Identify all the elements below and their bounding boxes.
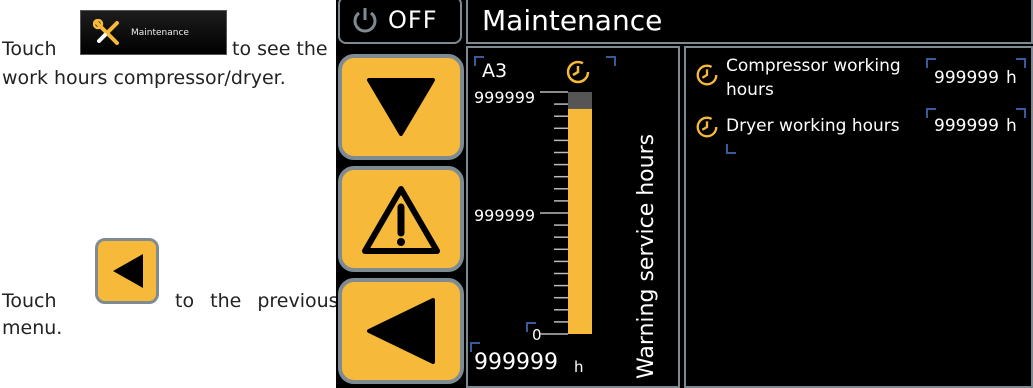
gauge-bar (540, 91, 592, 335)
compressor-hours-value: 999999 (934, 68, 999, 88)
scroll-down-button[interactable] (338, 54, 464, 160)
value-field-bracket (1016, 108, 1026, 118)
wrench-screwdriver-icon (93, 18, 119, 45)
alarms-button[interactable] (338, 166, 464, 272)
maintenance-button-illustration: Maintenance (80, 10, 227, 55)
total-field-bracket (470, 342, 480, 352)
warning-icon (362, 186, 440, 254)
value-field-bracket (926, 58, 936, 68)
manual-line3-suffix: to the previous (175, 290, 339, 312)
manual-line1-suffix: to see the (232, 38, 328, 60)
dryer-hours-unit: h (1006, 116, 1017, 136)
back-arrow-icon (113, 254, 143, 288)
screen-header: Maintenance (466, 0, 1033, 44)
manual-line4: menu. (2, 317, 63, 339)
power-button-label: OFF (388, 6, 438, 34)
dryer-hours-value: 999999 (934, 116, 999, 136)
power-icon (353, 8, 377, 33)
manual-line2: work hours compressor/dryer. (2, 67, 286, 89)
gauge-total-unit: h (574, 358, 584, 376)
value-field-bracket (1016, 58, 1026, 68)
gauge-fill (568, 108, 592, 334)
down-arrow-icon (367, 78, 435, 136)
back-button[interactable] (338, 278, 464, 384)
device-screen: OFF Maintenance A3 999999 999999 0 99999… (336, 0, 1033, 388)
gauge-id-label: A3 (482, 60, 508, 82)
compressor-hours-label: Compressor working (726, 56, 901, 76)
gauge-total-value: 999999 (474, 350, 558, 375)
clock-icon (566, 60, 590, 84)
warning-service-hours-label: Warning service hours (634, 133, 659, 379)
power-button[interactable]: OFF (338, 0, 462, 44)
back-arrow-icon (367, 298, 435, 364)
compressor-hours-unit: h (1006, 68, 1017, 88)
clock-icon (696, 116, 718, 138)
manual-text: Touch Maintenance to see the work hours … (0, 0, 339, 388)
manual-touch-word-2: Touch (2, 290, 57, 312)
id-field-bracket (606, 56, 616, 66)
field-bracket (726, 144, 736, 154)
page-title: Maintenance (482, 4, 663, 37)
dryer-hours-label: Dryer working hours (726, 116, 900, 136)
clock-icon (696, 64, 718, 86)
manual-touch-word: Touch (2, 38, 57, 60)
compressor-hours-label-line2: hours (726, 80, 774, 100)
maintenance-button-label: Maintenance (131, 27, 189, 38)
back-button-illustration (95, 238, 159, 304)
